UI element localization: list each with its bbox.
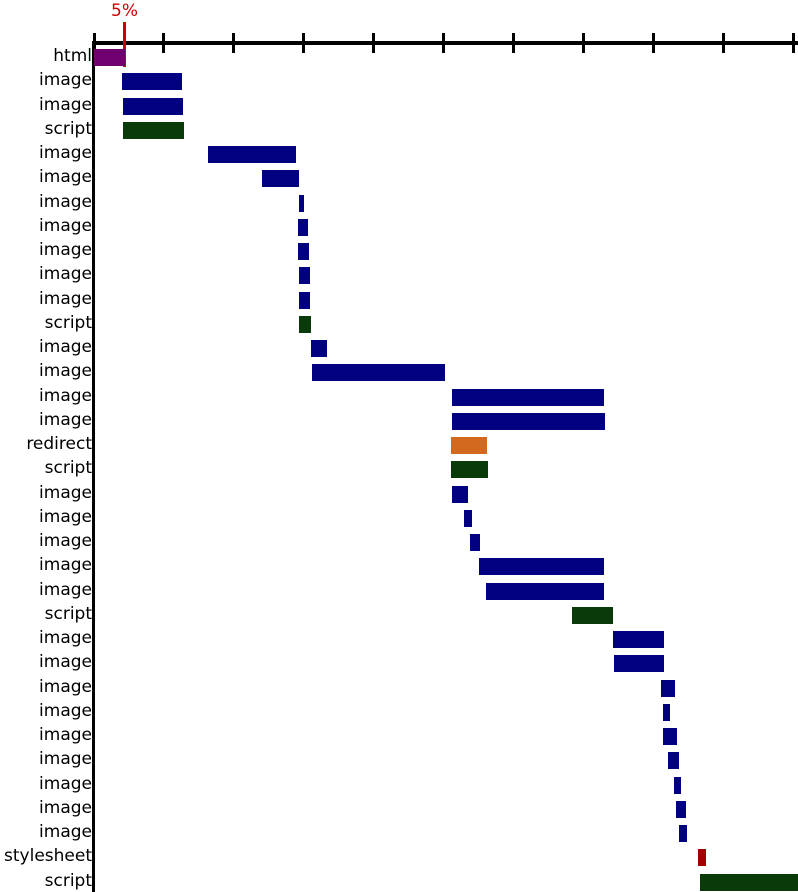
row-label-image-25: image bbox=[39, 652, 92, 673]
axis-tick-8 bbox=[652, 33, 655, 53]
bar-image-20[interactable] bbox=[470, 534, 480, 551]
bar-image-22[interactable] bbox=[486, 582, 604, 600]
axis-tick-4 bbox=[372, 33, 375, 53]
row-label-image-4: image bbox=[39, 143, 92, 163]
bar-image-9[interactable] bbox=[299, 267, 310, 285]
bar-image-5[interactable] bbox=[262, 170, 299, 188]
bar-image-14[interactable] bbox=[452, 388, 604, 406]
bar-image-21[interactable] bbox=[479, 558, 604, 576]
percent-marker-label: 5% bbox=[111, 1, 138, 21]
bar-script-3[interactable] bbox=[123, 121, 184, 139]
bar-image-27[interactable] bbox=[663, 703, 670, 721]
bar-image-10[interactable] bbox=[299, 291, 310, 309]
bar-image-25[interactable] bbox=[614, 655, 664, 673]
row-label-image-9: image bbox=[39, 264, 92, 285]
row-label-image-14: image bbox=[39, 385, 92, 406]
row-label-stylesheet-33: stylesheet bbox=[4, 846, 92, 867]
row-label-redirect-16: redirect bbox=[26, 434, 92, 454]
bar-script-23[interactable] bbox=[572, 606, 613, 624]
bar-stylesheet-33[interactable] bbox=[698, 849, 706, 867]
row-label-image-21: image bbox=[39, 555, 92, 576]
row-label-script-17: script bbox=[44, 458, 92, 479]
axis-tick-10 bbox=[792, 33, 795, 53]
bar-script-17[interactable] bbox=[451, 461, 488, 479]
row-label-image-12: image bbox=[39, 337, 92, 357]
row-label-image-29: image bbox=[39, 749, 92, 770]
row-label-image-20: image bbox=[39, 531, 92, 551]
row-label-script-11: script bbox=[44, 312, 92, 333]
bar-script-11[interactable] bbox=[299, 315, 311, 333]
bar-image-32[interactable] bbox=[679, 825, 687, 842]
row-label-image-22: image bbox=[39, 579, 92, 600]
bar-image-30[interactable] bbox=[674, 776, 681, 794]
waterfall-chart: 5% html image image script image image image im… bbox=[0, 0, 798, 892]
bar-redirect-16[interactable] bbox=[451, 437, 487, 454]
row-label-image-8: image bbox=[39, 240, 92, 260]
row-label-image-2: image bbox=[39, 94, 92, 115]
bar-image-7[interactable] bbox=[298, 218, 308, 236]
row-label-image-5: image bbox=[39, 167, 92, 188]
bar-image-15[interactable] bbox=[452, 412, 605, 430]
row-label-image-10: image bbox=[39, 288, 92, 309]
bar-image-2[interactable] bbox=[123, 97, 183, 115]
bar-image-8[interactable] bbox=[298, 243, 309, 260]
row-label-script-23: script bbox=[44, 603, 92, 624]
bar-image-18[interactable] bbox=[452, 485, 468, 503]
axis-tick-2 bbox=[232, 33, 235, 53]
row-label-image-32: image bbox=[39, 822, 92, 842]
axis-tick-3 bbox=[302, 33, 305, 53]
bar-image-31[interactable] bbox=[676, 800, 686, 818]
bar-image-29[interactable] bbox=[668, 752, 679, 770]
bar-image-28[interactable] bbox=[663, 728, 677, 745]
row-label-script-34: script bbox=[44, 870, 92, 891]
bar-image-1[interactable] bbox=[122, 73, 182, 91]
row-label-image-6: image bbox=[39, 191, 92, 212]
axis-tick-1 bbox=[162, 33, 165, 53]
bar-image-19[interactable] bbox=[464, 509, 472, 527]
bar-image-26[interactable] bbox=[661, 679, 675, 697]
row-label-image-19: image bbox=[39, 506, 92, 527]
row-label-image-27: image bbox=[39, 700, 92, 721]
row-label-image-18: image bbox=[39, 482, 92, 503]
bar-image-13[interactable] bbox=[312, 364, 445, 382]
row-label-html-0: html bbox=[53, 46, 92, 66]
bar-image-24[interactable] bbox=[613, 631, 664, 648]
axis-tick-7 bbox=[582, 33, 585, 53]
bar-html-0[interactable] bbox=[94, 49, 125, 66]
axis-vertical-line bbox=[92, 41, 95, 892]
axis-tick-9 bbox=[722, 33, 725, 53]
row-label-image-28: image bbox=[39, 725, 92, 745]
row-label-image-7: image bbox=[39, 215, 92, 236]
row-label-image-26: image bbox=[39, 676, 92, 697]
row-label-image-31: image bbox=[39, 797, 92, 818]
axis-tick-6 bbox=[512, 33, 515, 53]
row-label-image-1: image bbox=[39, 70, 92, 91]
row-label-image-24: image bbox=[39, 628, 92, 648]
row-label-script-3: script bbox=[44, 118, 92, 139]
row-label-image-30: image bbox=[39, 773, 92, 794]
axis-tick-5 bbox=[442, 33, 445, 53]
axis-horizontal-line bbox=[92, 41, 798, 45]
bar-script-34[interactable] bbox=[700, 873, 798, 891]
row-label-image-13: image bbox=[39, 361, 92, 382]
row-label-image-15: image bbox=[39, 409, 92, 430]
bar-image-4[interactable] bbox=[208, 146, 296, 163]
bar-image-6[interactable] bbox=[299, 194, 304, 212]
bar-image-12[interactable] bbox=[311, 340, 327, 357]
